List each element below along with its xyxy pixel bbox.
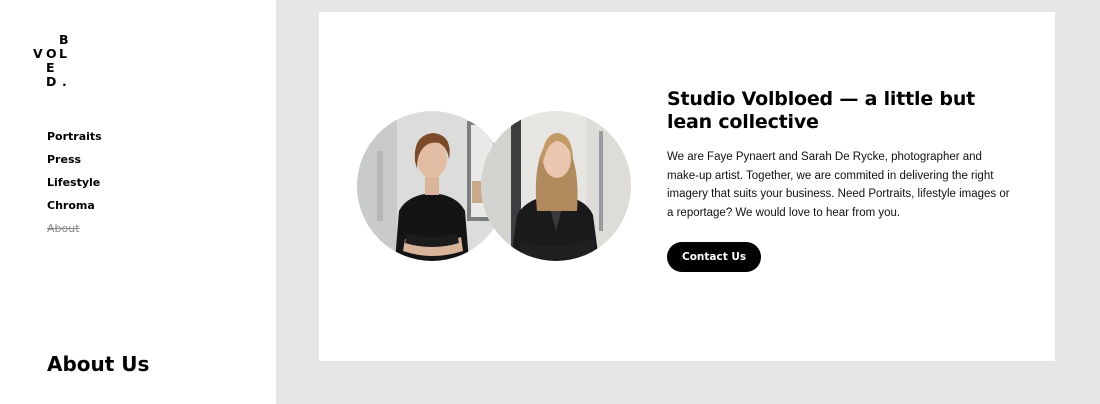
logo[interactable]: B V O L E D . (33, 32, 73, 90)
nav-item-about: About (47, 219, 102, 242)
about-card: Studio Volbloed — a little but lean coll… (319, 12, 1055, 361)
nav-link-press[interactable]: Press (47, 153, 81, 166)
contact-us-button[interactable]: Contact Us (667, 242, 762, 272)
logo-letter-l: L (59, 46, 67, 61)
page-title: About Us (47, 352, 150, 376)
nav-link-lifestyle[interactable]: Lifestyle (47, 176, 100, 189)
logo-letter-d: D (46, 74, 57, 89)
nav-item-chroma: Chroma (47, 196, 102, 219)
logo-letter-e: E (46, 60, 55, 75)
logo-letter-b: B (59, 32, 69, 47)
nav-item-portraits: Portraits (47, 127, 102, 150)
logo-letter-v: V (33, 46, 43, 61)
portrait-photo-sarah (481, 111, 631, 261)
studio-headline: Studio Volbloed — a little but lean coll… (667, 88, 976, 133)
nav-item-press: Press (47, 150, 102, 173)
logo-letter-o: O (46, 46, 57, 61)
studio-description: We are Faye Pynaert and Sarah De Rycke, … (667, 151, 1010, 219)
sidebar: B V O L E D . Portraits Press Lifestyle … (0, 0, 276, 404)
logo-letter-dot: . (62, 74, 67, 89)
nav-link-about[interactable]: About (47, 222, 80, 235)
main-nav: Portraits Press Lifestyle Chroma About (47, 127, 102, 242)
team-photos (357, 111, 631, 263)
nav-item-lifestyle: Lifestyle (47, 173, 102, 196)
nav-link-chroma[interactable]: Chroma (47, 199, 95, 212)
about-content: Studio Volbloed — a little but lean coll… (667, 88, 1017, 272)
nav-link-portraits[interactable]: Portraits (47, 130, 102, 143)
